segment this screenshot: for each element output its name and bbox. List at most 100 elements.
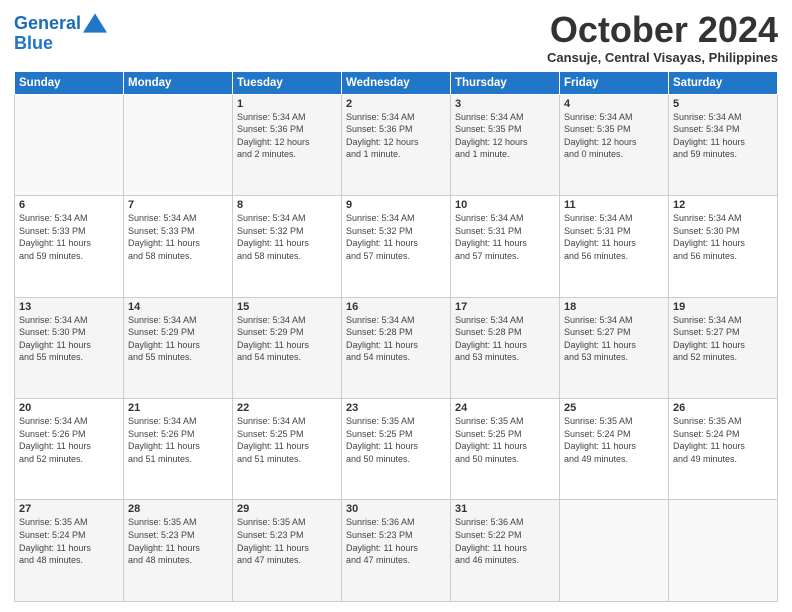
calendar-cell: 24Sunrise: 5:35 AMSunset: 5:25 PMDayligh… — [451, 399, 560, 500]
day-number: 20 — [19, 402, 119, 414]
calendar-cell: 10Sunrise: 5:34 AMSunset: 5:31 PMDayligh… — [451, 196, 560, 297]
day-number: 31 — [455, 503, 555, 515]
day-info: Sunrise: 5:34 AMSunset: 5:32 PMDaylight:… — [346, 212, 446, 262]
col-tuesday: Tuesday — [233, 71, 342, 94]
day-number: 23 — [346, 402, 446, 414]
day-info: Sunrise: 5:34 AMSunset: 5:30 PMDaylight:… — [673, 212, 773, 262]
day-number: 6 — [19, 199, 119, 211]
day-info: Sunrise: 5:34 AMSunset: 5:32 PMDaylight:… — [237, 212, 337, 262]
calendar-cell: 26Sunrise: 5:35 AMSunset: 5:24 PMDayligh… — [669, 399, 778, 500]
day-number: 4 — [564, 98, 664, 110]
calendar-cell: 19Sunrise: 5:34 AMSunset: 5:27 PMDayligh… — [669, 297, 778, 398]
calendar-cell: 5Sunrise: 5:34 AMSunset: 5:34 PMDaylight… — [669, 94, 778, 195]
day-info: Sunrise: 5:34 AMSunset: 5:34 PMDaylight:… — [673, 111, 773, 161]
logo-general: General — [14, 13, 81, 33]
day-info: Sunrise: 5:35 AMSunset: 5:25 PMDaylight:… — [346, 415, 446, 465]
day-number: 10 — [455, 199, 555, 211]
calendar-cell: 13Sunrise: 5:34 AMSunset: 5:30 PMDayligh… — [15, 297, 124, 398]
day-info: Sunrise: 5:34 AMSunset: 5:26 PMDaylight:… — [19, 415, 119, 465]
col-monday: Monday — [124, 71, 233, 94]
calendar-cell: 9Sunrise: 5:34 AMSunset: 5:32 PMDaylight… — [342, 196, 451, 297]
header: General Blue October 2024 Cansuje, Centr… — [14, 10, 778, 65]
calendar-table: Sunday Monday Tuesday Wednesday Thursday… — [14, 71, 778, 602]
calendar-cell: 25Sunrise: 5:35 AMSunset: 5:24 PMDayligh… — [560, 399, 669, 500]
calendar-cell: 6Sunrise: 5:34 AMSunset: 5:33 PMDaylight… — [15, 196, 124, 297]
day-info: Sunrise: 5:34 AMSunset: 5:30 PMDaylight:… — [19, 314, 119, 364]
day-number: 26 — [673, 402, 773, 414]
day-info: Sunrise: 5:34 AMSunset: 5:27 PMDaylight:… — [564, 314, 664, 364]
calendar-cell: 1Sunrise: 5:34 AMSunset: 5:36 PMDaylight… — [233, 94, 342, 195]
calendar-cell: 17Sunrise: 5:34 AMSunset: 5:28 PMDayligh… — [451, 297, 560, 398]
day-info: Sunrise: 5:34 AMSunset: 5:36 PMDaylight:… — [346, 111, 446, 161]
day-info: Sunrise: 5:34 AMSunset: 5:28 PMDaylight:… — [346, 314, 446, 364]
day-number: 13 — [19, 301, 119, 313]
day-number: 30 — [346, 503, 446, 515]
day-info: Sunrise: 5:36 AMSunset: 5:22 PMDaylight:… — [455, 516, 555, 566]
col-sunday: Sunday — [15, 71, 124, 94]
calendar-week-row: 27Sunrise: 5:35 AMSunset: 5:24 PMDayligh… — [15, 500, 778, 602]
month-title: October 2024 — [547, 10, 778, 50]
logo-blue: Blue — [14, 34, 107, 54]
day-info: Sunrise: 5:34 AMSunset: 5:25 PMDaylight:… — [237, 415, 337, 465]
day-number: 25 — [564, 402, 664, 414]
calendar-header-row: Sunday Monday Tuesday Wednesday Thursday… — [15, 71, 778, 94]
day-number: 7 — [128, 199, 228, 211]
day-number: 21 — [128, 402, 228, 414]
day-number: 24 — [455, 402, 555, 414]
calendar-cell: 31Sunrise: 5:36 AMSunset: 5:22 PMDayligh… — [451, 500, 560, 602]
day-number: 29 — [237, 503, 337, 515]
location: Cansuje, Central Visayas, Philippines — [547, 50, 778, 65]
day-info: Sunrise: 5:34 AMSunset: 5:35 PMDaylight:… — [455, 111, 555, 161]
calendar-cell: 15Sunrise: 5:34 AMSunset: 5:29 PMDayligh… — [233, 297, 342, 398]
day-number: 3 — [455, 98, 555, 110]
day-info: Sunrise: 5:34 AMSunset: 5:28 PMDaylight:… — [455, 314, 555, 364]
page: General Blue October 2024 Cansuje, Centr… — [0, 0, 792, 612]
logo-icon — [83, 13, 107, 33]
calendar-cell — [669, 500, 778, 602]
calendar-cell: 7Sunrise: 5:34 AMSunset: 5:33 PMDaylight… — [124, 196, 233, 297]
calendar-cell: 8Sunrise: 5:34 AMSunset: 5:32 PMDaylight… — [233, 196, 342, 297]
day-number: 12 — [673, 199, 773, 211]
col-wednesday: Wednesday — [342, 71, 451, 94]
day-number: 8 — [237, 199, 337, 211]
calendar-cell — [15, 94, 124, 195]
day-number: 17 — [455, 301, 555, 313]
logo: General Blue — [14, 14, 107, 54]
day-number: 27 — [19, 503, 119, 515]
day-info: Sunrise: 5:34 AMSunset: 5:33 PMDaylight:… — [128, 212, 228, 262]
day-number: 18 — [564, 301, 664, 313]
calendar-cell: 28Sunrise: 5:35 AMSunset: 5:23 PMDayligh… — [124, 500, 233, 602]
logo-text: General — [14, 14, 81, 34]
calendar-cell: 18Sunrise: 5:34 AMSunset: 5:27 PMDayligh… — [560, 297, 669, 398]
day-info: Sunrise: 5:34 AMSunset: 5:35 PMDaylight:… — [564, 111, 664, 161]
col-friday: Friday — [560, 71, 669, 94]
day-info: Sunrise: 5:34 AMSunset: 5:31 PMDaylight:… — [455, 212, 555, 262]
day-info: Sunrise: 5:34 AMSunset: 5:36 PMDaylight:… — [237, 111, 337, 161]
day-info: Sunrise: 5:34 AMSunset: 5:33 PMDaylight:… — [19, 212, 119, 262]
day-info: Sunrise: 5:34 AMSunset: 5:26 PMDaylight:… — [128, 415, 228, 465]
day-info: Sunrise: 5:34 AMSunset: 5:29 PMDaylight:… — [237, 314, 337, 364]
title-block: October 2024 Cansuje, Central Visayas, P… — [547, 10, 778, 65]
calendar-cell: 2Sunrise: 5:34 AMSunset: 5:36 PMDaylight… — [342, 94, 451, 195]
calendar-cell: 11Sunrise: 5:34 AMSunset: 5:31 PMDayligh… — [560, 196, 669, 297]
day-info: Sunrise: 5:35 AMSunset: 5:25 PMDaylight:… — [455, 415, 555, 465]
calendar-cell — [560, 500, 669, 602]
day-info: Sunrise: 5:34 AMSunset: 5:29 PMDaylight:… — [128, 314, 228, 364]
day-info: Sunrise: 5:34 AMSunset: 5:27 PMDaylight:… — [673, 314, 773, 364]
calendar-week-row: 13Sunrise: 5:34 AMSunset: 5:30 PMDayligh… — [15, 297, 778, 398]
calendar-cell — [124, 94, 233, 195]
calendar-cell: 16Sunrise: 5:34 AMSunset: 5:28 PMDayligh… — [342, 297, 451, 398]
day-number: 1 — [237, 98, 337, 110]
calendar-cell: 20Sunrise: 5:34 AMSunset: 5:26 PMDayligh… — [15, 399, 124, 500]
day-number: 14 — [128, 301, 228, 313]
calendar-cell: 29Sunrise: 5:35 AMSunset: 5:23 PMDayligh… — [233, 500, 342, 602]
calendar-cell: 21Sunrise: 5:34 AMSunset: 5:26 PMDayligh… — [124, 399, 233, 500]
col-thursday: Thursday — [451, 71, 560, 94]
calendar-cell: 14Sunrise: 5:34 AMSunset: 5:29 PMDayligh… — [124, 297, 233, 398]
day-info: Sunrise: 5:35 AMSunset: 5:24 PMDaylight:… — [564, 415, 664, 465]
day-number: 22 — [237, 402, 337, 414]
calendar-cell: 23Sunrise: 5:35 AMSunset: 5:25 PMDayligh… — [342, 399, 451, 500]
day-number: 2 — [346, 98, 446, 110]
day-info: Sunrise: 5:35 AMSunset: 5:23 PMDaylight:… — [237, 516, 337, 566]
day-number: 16 — [346, 301, 446, 313]
